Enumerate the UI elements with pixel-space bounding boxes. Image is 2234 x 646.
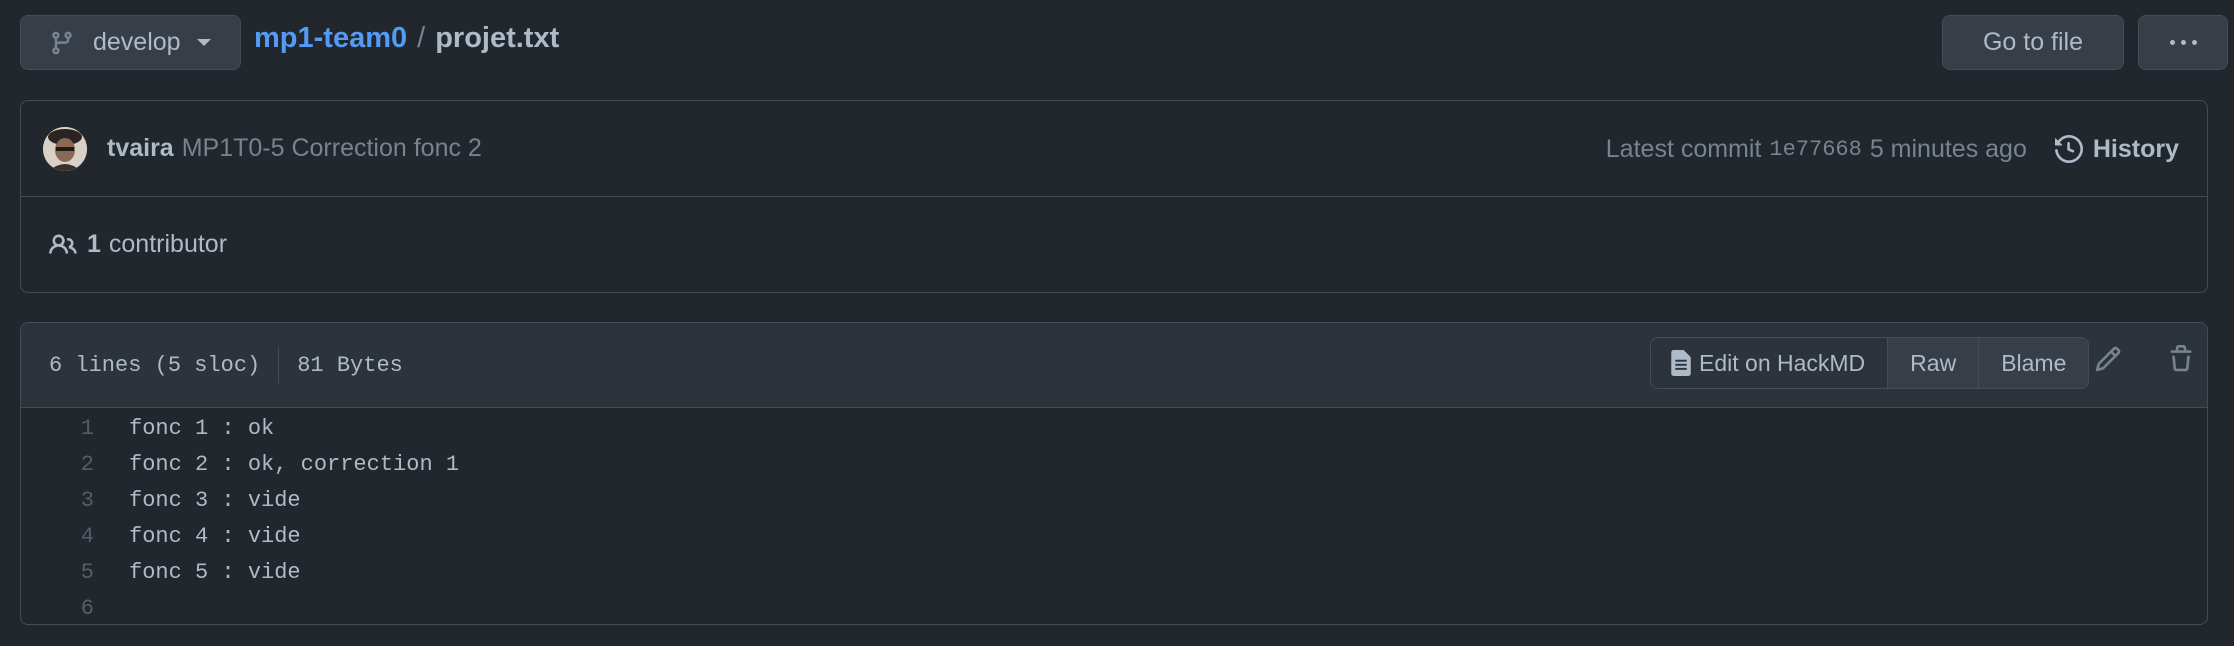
avatar-image-icon (43, 126, 87, 171)
commit-meta: Latest commit 1e77668 5 minutes ago Hist… (1606, 101, 2179, 197)
line-content: fonc 5 : vide (129, 559, 301, 585)
kebab-horizontal-icon (2167, 40, 2200, 45)
more-options-button[interactable] (2138, 15, 2228, 70)
line-number[interactable]: 1 (21, 416, 94, 441)
code-line: 4 fonc 4 : vide (21, 518, 2207, 554)
history-label: History (2092, 134, 2179, 163)
contributors-row[interactable]: 1 contributor (21, 197, 2207, 292)
line-number[interactable]: 2 (21, 452, 94, 477)
code-line: 5 fonc 5 : vide (21, 554, 2207, 590)
branch-select-button[interactable]: develop (20, 15, 241, 70)
commit-message[interactable]: MP1T0-5 Correction fonc 2 (182, 134, 482, 163)
file-navigation: develop mp1-team0 / projet.txt Go to fil… (20, 15, 2228, 71)
latest-commit-label: Latest commit (1605, 134, 1762, 163)
raw-button[interactable]: Raw (1887, 338, 1979, 388)
history-icon (2054, 135, 2083, 163)
line-number[interactable]: 6 (21, 596, 94, 621)
commit-time: 5 minutes ago (1869, 134, 2027, 163)
line-number[interactable]: 4 (21, 524, 94, 549)
edit-on-hackmd-label: Edit on HackMD (1699, 349, 1866, 376)
file-viewer: 6 lines (5 sloc) 81 Bytes Edit on HackMD… (20, 322, 2208, 625)
breadcrumb-separator: / (417, 22, 426, 54)
file-name: projet.txt (435, 22, 560, 54)
line-number[interactable]: 5 (21, 560, 94, 585)
go-to-file-button[interactable]: Go to file (1942, 15, 2124, 70)
line-content: fonc 4 : vide (129, 523, 301, 549)
commit-author[interactable]: tvaira (107, 134, 174, 163)
git-branch-icon (52, 31, 72, 54)
code-view: 1 fonc 1 : ok 2 fonc 2 : ok, correction … (21, 408, 2207, 624)
chevron-down-icon (196, 39, 211, 46)
history-link[interactable]: History (2054, 134, 2179, 164)
code-line: 3 fonc 3 : vide (21, 482, 2207, 518)
file-lines-info: 6 lines (5 sloc) (49, 352, 261, 378)
file-header: 6 lines (5 sloc) 81 Bytes Edit on HackMD… (21, 323, 2207, 408)
line-content: fonc 2 : ok, correction 1 (129, 451, 460, 477)
commit-sha[interactable]: 1e77668 (1769, 137, 1861, 162)
file-size: 81 Bytes (297, 352, 403, 378)
trash-icon[interactable] (2167, 345, 2195, 373)
breadcrumb: mp1-team0 / projet.txt (254, 22, 559, 55)
code-line: 1 fonc 1 : ok (21, 410, 2207, 446)
commit-row: tvaira MP1T0-5 Correction fonc 2 Latest … (21, 101, 2207, 197)
line-number[interactable]: 3 (21, 488, 94, 513)
repo-link[interactable]: mp1-team0 (254, 22, 407, 55)
file-icon (1671, 350, 1691, 376)
people-icon (49, 233, 77, 254)
code-line: 6 (21, 590, 2207, 624)
branch-name: develop (93, 28, 181, 56)
code-line: 2 fonc 2 : ok, correction 1 (21, 446, 2207, 482)
blame-button[interactable]: Blame (1978, 338, 2089, 388)
edit-on-hackmd-button[interactable]: Edit on HackMD (1651, 338, 1888, 388)
file-actions-group: Edit on HackMD Raw Blame (1650, 337, 2090, 389)
header-divider (278, 347, 280, 383)
line-content: fonc 3 : vide (129, 487, 301, 513)
latest-commit-box: tvaira MP1T0-5 Correction fonc 2 Latest … (20, 100, 2208, 293)
contributor-label: contributor (108, 230, 228, 258)
pencil-icon[interactable] (2094, 345, 2122, 373)
contributor-count: 1 (87, 230, 101, 258)
avatar[interactable] (43, 126, 87, 171)
line-content: fonc 1 : ok (129, 415, 275, 441)
